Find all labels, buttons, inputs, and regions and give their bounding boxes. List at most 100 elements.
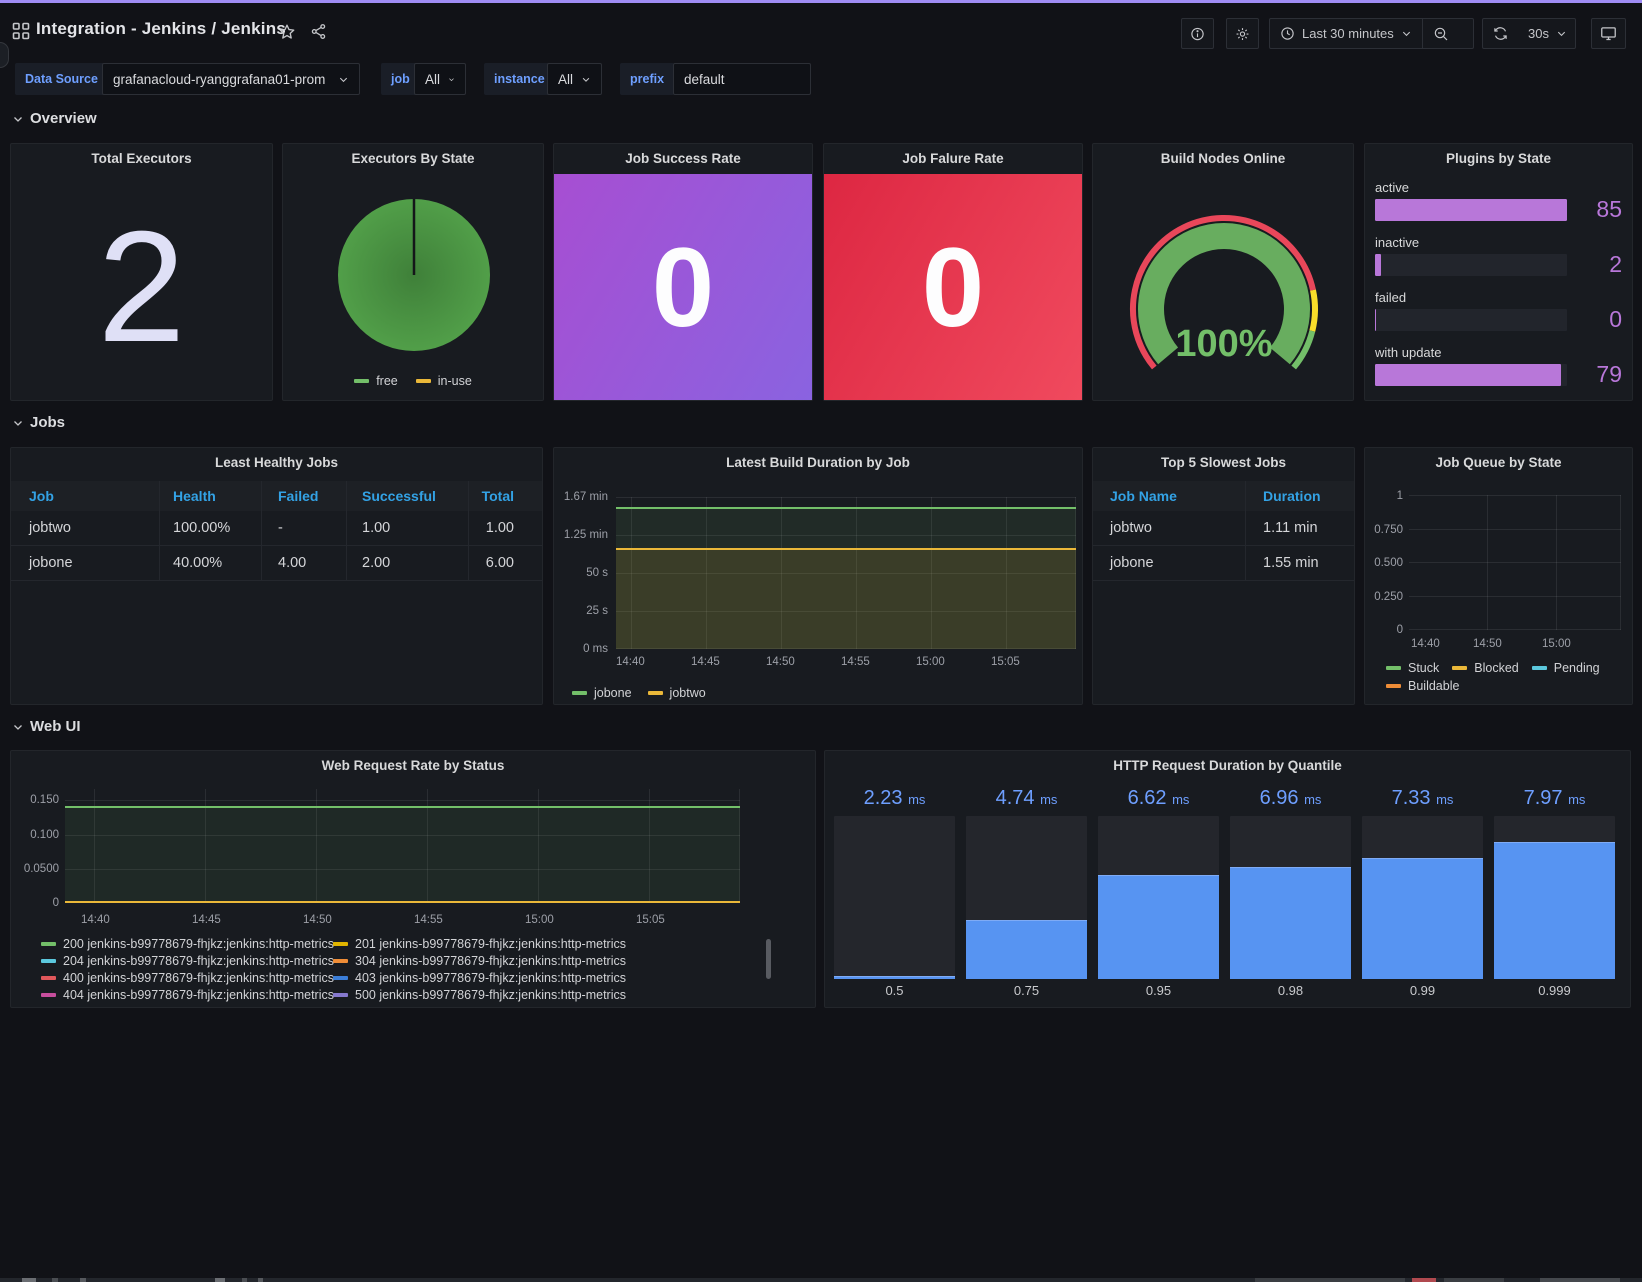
col-successful[interactable]: Successful — [362, 488, 436, 504]
job-filter-value: All — [425, 72, 440, 87]
build-duration-plot — [616, 497, 1076, 649]
panel-title[interactable]: Plugins by State — [1365, 144, 1632, 174]
star-icon[interactable] — [278, 23, 296, 41]
legend-item-pending[interactable]: Pending — [1532, 661, 1600, 675]
buildable-swatch — [1386, 684, 1401, 688]
col-job[interactable]: Job — [29, 488, 54, 504]
zoom-out-button[interactable] — [1423, 19, 1459, 48]
legend-item-blocked[interactable]: Blocked — [1452, 661, 1518, 675]
panel-title[interactable]: Executors By State — [283, 144, 543, 174]
col-failed[interactable]: Failed — [278, 488, 318, 504]
status-204-swatch — [41, 959, 56, 963]
plugin-with-update-value: 79 — [1570, 361, 1622, 388]
quantile-bar — [1098, 875, 1219, 979]
chevron-down-icon — [12, 721, 24, 733]
status-304-swatch — [333, 959, 348, 963]
legend-item-stuck[interactable]: Stuck — [1386, 661, 1439, 675]
table-row[interactable]: jobone 1.55 min — [1093, 546, 1354, 581]
job-success-rate-value: 0 — [652, 223, 714, 352]
dashboard-settings-button[interactable] — [1226, 18, 1259, 49]
legend-item-in-use[interactable]: in-use — [416, 374, 472, 388]
panel-plugins-by-state[interactable]: Plugins by State active 85 inactive 2 fa… — [1364, 143, 1633, 401]
panel-title[interactable]: Top 5 Slowest Jobs — [1093, 448, 1354, 478]
legend-item-jobtwo[interactable]: jobtwo — [648, 686, 706, 700]
panel-job-failure-rate[interactable]: Job Falure Rate 0 — [823, 143, 1083, 401]
legend-item-500[interactable]: 500 jenkins-b99778679-fhjkz:jenkins:http… — [333, 986, 625, 1003]
legend-scrollbar[interactable] — [766, 939, 771, 979]
panel-top5-slowest-jobs[interactable]: Top 5 Slowest Jobs Job Name Duration job… — [1092, 447, 1355, 705]
refresh-button[interactable] — [1483, 19, 1518, 48]
instance-filter-select[interactable]: All — [547, 63, 602, 95]
legend-item-jobone[interactable]: jobone — [572, 686, 632, 700]
panel-latest-build-duration[interactable]: Latest Build Duration by Job 1.67 min 1.… — [553, 447, 1083, 705]
chevron-down-icon — [448, 74, 455, 85]
jobtwo-series-line — [616, 548, 1076, 550]
legend-item-201[interactable]: 201 jenkins-b99778679-fhjkz:jenkins:http… — [333, 935, 625, 952]
instance-filter-chip: instance — [484, 63, 555, 95]
col-duration[interactable]: Duration — [1263, 488, 1321, 504]
panel-build-nodes-online[interactable]: Build Nodes Online 100% — [1092, 143, 1354, 401]
legend-item-buildable[interactable]: Buildable — [1386, 679, 1459, 693]
panel-title[interactable]: Job Falure Rate — [824, 144, 1082, 174]
tv-mode-button[interactable] — [1591, 18, 1626, 49]
legend-item-403[interactable]: 403 jenkins-b99778679-fhjkz:jenkins:http… — [333, 969, 625, 986]
refresh-interval-picker[interactable]: 30s — [1518, 19, 1577, 48]
quantile-bar — [1230, 867, 1351, 979]
chevron-down-icon — [338, 74, 349, 85]
panel-title[interactable]: Build Nodes Online — [1093, 144, 1353, 174]
refresh-icon — [1493, 26, 1508, 41]
executors-pie-chart — [283, 174, 545, 370]
panel-executors-by-state[interactable]: Executors By State free in-use — [282, 143, 544, 401]
time-range-picker[interactable]: Last 30 minutes — [1270, 19, 1422, 48]
jobone-series-line — [616, 507, 1076, 509]
legend-item-304[interactable]: 304 jenkins-b99778679-fhjkz:jenkins:http… — [333, 952, 625, 969]
col-total[interactable]: Total — [482, 488, 514, 504]
chevron-down-icon — [12, 417, 24, 429]
panel-job-success-rate[interactable]: Job Success Rate 0 — [553, 143, 813, 401]
table-row[interactable]: jobtwo 100.00% - 1.00 1.00 — [11, 511, 542, 546]
prefix-input[interactable]: default — [673, 63, 811, 95]
legend-item-400[interactable]: 400 jenkins-b99778679-fhjkz:jenkins:http… — [41, 969, 333, 986]
stuck-swatch — [1386, 666, 1401, 670]
table-row[interactable]: jobone 40.00% 4.00 2.00 6.00 — [11, 546, 542, 581]
panel-web-request-rate[interactable]: Web Request Rate by Status 0.150 0.100 0… — [10, 750, 816, 1008]
dashboards-grid-icon[interactable] — [12, 22, 30, 40]
panel-title[interactable]: HTTP Request Duration by Quantile — [825, 751, 1630, 781]
section-webui[interactable]: Web UI — [12, 718, 81, 735]
panel-least-healthy-jobs[interactable]: Least Healthy Jobs Job Health Failed Suc… — [10, 447, 543, 705]
table-row[interactable]: jobtwo 1.11 min — [1093, 511, 1354, 546]
status-404-swatch — [41, 993, 56, 997]
refresh-interval-label: 30s — [1528, 26, 1549, 41]
table-header-row: Job Health Failed Successful Total — [11, 481, 542, 511]
panel-http-duration-quantile[interactable]: HTTP Request Duration by Quantile 2.23 m… — [824, 750, 1631, 1008]
legend-item-200[interactable]: 200 jenkins-b99778679-fhjkz:jenkins:http… — [41, 935, 333, 952]
table-header-row: Job Name Duration — [1093, 481, 1354, 511]
panel-info-button[interactable] — [1181, 18, 1214, 49]
pending-swatch — [1532, 666, 1547, 670]
quantile-bar — [1362, 858, 1483, 979]
col-job-name[interactable]: Job Name — [1110, 488, 1177, 504]
legend-item-free[interactable]: free — [354, 374, 398, 388]
panel-job-queue-by-state[interactable]: Job Queue by State 1 0.750 0.500 0.250 0… — [1364, 447, 1633, 705]
share-icon[interactable] — [310, 23, 327, 40]
status-200-swatch — [41, 942, 56, 946]
quantile-bar — [834, 976, 955, 979]
section-overview-label: Overview — [30, 110, 97, 127]
datasource-select[interactable]: grafanacloud-ryanggrafana01-prom — [102, 63, 360, 95]
panel-total-executors[interactable]: Total Executors 2 — [10, 143, 273, 401]
legend-item-404[interactable]: 404 jenkins-b99778679-fhjkz:jenkins:http… — [41, 986, 333, 1003]
section-overview[interactable]: Overview — [12, 110, 97, 127]
time-range-group: Last 30 minutes — [1269, 18, 1474, 49]
section-jobs[interactable]: Jobs — [12, 414, 65, 431]
panel-title[interactable]: Job Queue by State — [1365, 448, 1632, 478]
panel-title[interactable]: Total Executors — [11, 144, 272, 174]
panel-title[interactable]: Latest Build Duration by Job — [554, 448, 1082, 478]
legend-item-204[interactable]: 204 jenkins-b99778679-fhjkz:jenkins:http… — [41, 952, 333, 969]
col-health[interactable]: Health — [173, 488, 216, 504]
job-filter-select[interactable]: All — [414, 63, 466, 95]
panel-title[interactable]: Job Success Rate — [554, 144, 812, 174]
page-title[interactable]: Integration - Jenkins / Jenkins — [36, 19, 286, 39]
panel-title[interactable]: Web Request Rate by Status — [11, 751, 815, 781]
panel-title[interactable]: Least Healthy Jobs — [11, 448, 542, 478]
zoom-out-icon — [1433, 26, 1449, 42]
